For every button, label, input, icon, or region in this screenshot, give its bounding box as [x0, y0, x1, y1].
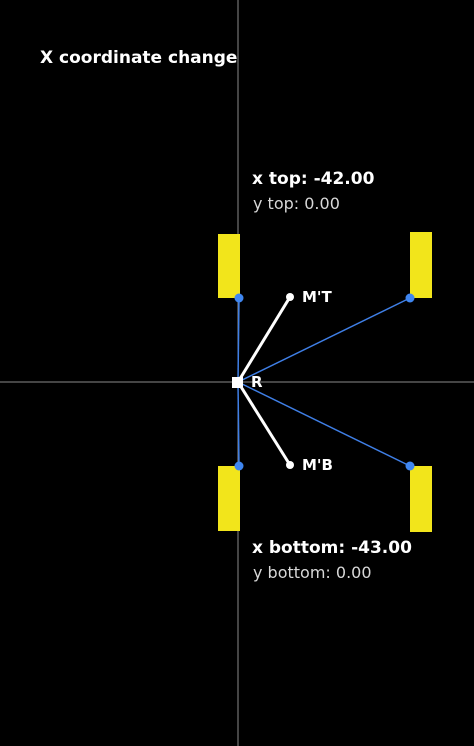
x-bottom-readout: x bottom: -43.00 — [252, 538, 412, 558]
joint-top-left — [234, 293, 244, 303]
point-mid-top — [286, 293, 294, 301]
y-bottom-readout: y bottom: 0.00 — [253, 563, 372, 582]
wheel-bottom-left — [218, 466, 240, 531]
reference-label: R — [251, 373, 263, 391]
point-mid-bottom — [286, 461, 294, 469]
link-bottom-left — [237, 381, 240, 467]
wheel-bottom-right — [410, 466, 432, 532]
reference-point — [232, 377, 243, 388]
wheel-top-left — [218, 234, 240, 298]
diagram-canvas — [0, 0, 474, 746]
y-top-readout: y top: 0.00 — [253, 194, 340, 213]
mid-top-label: M'T — [302, 288, 332, 306]
link-top-left — [237, 297, 240, 383]
mid-bottom-label: M'B — [302, 456, 333, 474]
diagram-title: X coordinate change — [40, 48, 238, 68]
joint-top-right — [405, 293, 415, 303]
joint-bottom-right — [405, 461, 415, 471]
x-top-readout: x top: -42.00 — [252, 169, 375, 189]
joint-bottom-left — [234, 461, 244, 471]
wheel-top-right — [410, 232, 432, 298]
